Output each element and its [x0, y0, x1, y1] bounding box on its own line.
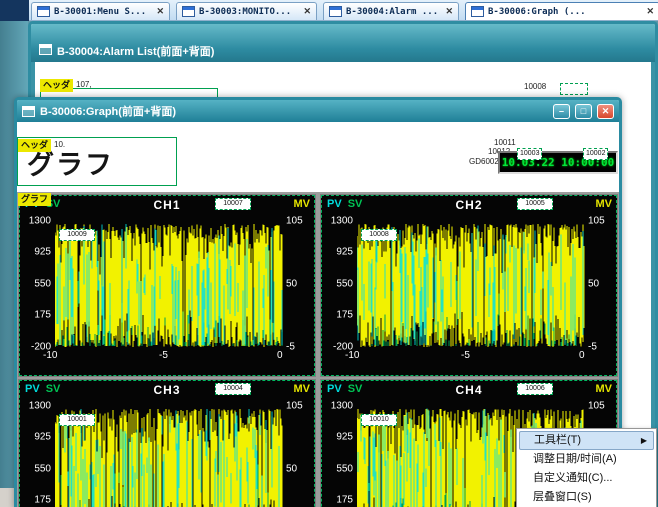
- channel-label: CH4: [321, 383, 617, 397]
- menu-item-label: 调整日期/时间(A): [533, 453, 617, 465]
- context-menu: 工具栏(T) ▶ 调整日期/时间(A) 自定义通知(C)... 层叠窗口(S): [516, 428, 657, 507]
- mv-label: MV: [596, 383, 613, 395]
- graph-panel-ch3[interactable]: PVSV CH3 10004 MV 1300 925 550 175 -200 …: [19, 380, 315, 507]
- screen-window-icon: [329, 6, 342, 17]
- part-id-tag: 10008: [361, 229, 397, 241]
- mv-label: MV: [294, 198, 311, 210]
- channel-label: CH1: [19, 198, 315, 212]
- axis-label: -5: [588, 342, 597, 353]
- screen-window-icon: [182, 6, 195, 17]
- header-layer-tag: ヘッダ: [40, 79, 73, 92]
- part-id-tag: 10010: [361, 414, 397, 426]
- axis-label: 0: [579, 350, 585, 361]
- tab-close-icon[interactable]: ✕: [299, 6, 311, 17]
- axis-label: 175: [19, 310, 51, 321]
- axis-label: 550: [321, 279, 353, 290]
- axis-label: -5: [461, 350, 470, 361]
- part-id-tag: 10002: [583, 148, 608, 160]
- mv-label: MV: [294, 383, 311, 395]
- axis-label: 175: [19, 495, 51, 506]
- screen: B-30004:Alarm List(前面+背面) ヘッダ 107, 10008…: [0, 0, 658, 507]
- tab-close-icon[interactable]: ✕: [441, 6, 453, 17]
- menu-item-adjust-datetime[interactable]: 调整日期/时间(A): [519, 450, 654, 469]
- tab-menu-screen[interactable]: B-30001:Menu S... ✕: [31, 2, 170, 20]
- part-id-tag: 10006: [517, 383, 553, 395]
- part-id-tag: 10004: [215, 383, 251, 395]
- maximize-button[interactable]: □: [575, 104, 592, 119]
- axis-label: 925: [19, 432, 51, 443]
- graph-window-title: B-30006:Graph(前面+背面): [40, 103, 548, 119]
- menu-item-label: 层叠窗口(S): [533, 491, 592, 503]
- window-icon: [39, 44, 52, 55]
- axis-label: 925: [321, 247, 353, 258]
- axis-label: 50: [286, 464, 297, 475]
- pv-sv-label: PVSV: [327, 383, 362, 395]
- menu-item-label: 工具栏(T): [534, 434, 581, 446]
- part-id-tag: 10009: [59, 229, 95, 241]
- axis-label: 175: [321, 310, 353, 321]
- axis-label: -5: [159, 350, 168, 361]
- menu-item-cascade-windows[interactable]: 层叠窗口(S): [519, 488, 654, 507]
- tab-bar-corner: [0, 0, 29, 21]
- axis-label: -10: [345, 350, 359, 361]
- tab-graph-screen[interactable]: B-30006:Graph (... ✕: [465, 2, 658, 20]
- minimize-button[interactable]: –: [553, 104, 570, 119]
- alarm-window-titlebar[interactable]: B-30004:Alarm List(前面+背面): [31, 24, 655, 62]
- axis-label: 1300: [321, 401, 353, 412]
- channel-label: CH3: [19, 383, 315, 397]
- axis-label: 105: [588, 216, 605, 227]
- axis-label: 175: [321, 495, 353, 506]
- tab-monitor-screen[interactable]: B-30003:MONITO... ✕: [176, 2, 317, 20]
- screen-window-icon: [471, 6, 484, 17]
- tab-label: B-30004:Alarm ...: [346, 7, 437, 17]
- object-id-text: 10011: [494, 138, 516, 147]
- alarm-window-title: B-30004:Alarm List(前面+背面): [57, 43, 214, 59]
- submenu-arrow-icon: ▶: [641, 432, 647, 449]
- graph-panel-ch2[interactable]: PVSV CH2 10005 MV 1300 925 550 175 -200 …: [321, 195, 617, 376]
- pv-sv-label: PVSV: [327, 198, 362, 210]
- tab-close-icon[interactable]: ✕: [152, 6, 164, 17]
- tab-label: B-30001:Menu S...: [54, 7, 146, 17]
- axis-label: 550: [19, 279, 51, 290]
- part-id-tag: [560, 83, 588, 95]
- background-corner: [0, 488, 14, 507]
- axis-label: 1300: [321, 216, 353, 227]
- graph-window-titlebar[interactable]: B-30006:Graph(前面+背面) – □ ✕: [17, 100, 619, 122]
- menu-item-customize-notification[interactable]: 自定义通知(C)...: [519, 469, 654, 488]
- axis-label: 50: [286, 279, 297, 290]
- part-id-tag: 10007: [215, 198, 251, 210]
- axis-label: 1300: [19, 401, 51, 412]
- menu-item-toolbar[interactable]: 工具栏(T) ▶: [519, 431, 654, 450]
- window-icon: [22, 106, 35, 117]
- part-id-tag: 10003: [517, 148, 542, 160]
- graph-layer-tag: グラフ: [18, 193, 51, 206]
- axis-label: 550: [19, 464, 51, 475]
- menu-item-label: 自定义通知(C)...: [533, 472, 612, 484]
- pv-sv-label: PVSV: [25, 383, 60, 395]
- axis-label: 0: [277, 350, 283, 361]
- axis-label: 105: [286, 401, 303, 412]
- axis-label: 105: [286, 216, 303, 227]
- tab-label: B-30003:MONITO...: [199, 7, 291, 17]
- screen-window-icon: [37, 6, 50, 17]
- part-id-tag: 10001: [59, 414, 95, 426]
- axis-label: 925: [19, 247, 51, 258]
- part-id-tag: 10005: [517, 198, 553, 210]
- graph-panel-ch1[interactable]: PVSV CH1 10007 MV 1300 925 550 175 -200 …: [19, 195, 315, 376]
- axis-label: 550: [321, 464, 353, 475]
- mv-label: MV: [596, 198, 613, 210]
- tab-alarm-screen[interactable]: B-30004:Alarm ... ✕: [323, 2, 459, 20]
- tab-label: B-30006:Graph (...: [488, 7, 586, 17]
- close-button[interactable]: ✕: [597, 104, 614, 119]
- channel-label: CH2: [321, 198, 617, 212]
- object-id-text: 10008: [524, 82, 546, 91]
- axis-label: -10: [43, 350, 57, 361]
- tab-close-icon[interactable]: ✕: [642, 6, 654, 17]
- axis-label: 50: [588, 279, 599, 290]
- header-layer-tag: ヘッダ: [18, 139, 51, 152]
- axis-label: 105: [588, 401, 605, 412]
- axis-label: 1300: [19, 216, 51, 227]
- axis-label: 925: [321, 432, 353, 443]
- axis-label: -5: [286, 342, 295, 353]
